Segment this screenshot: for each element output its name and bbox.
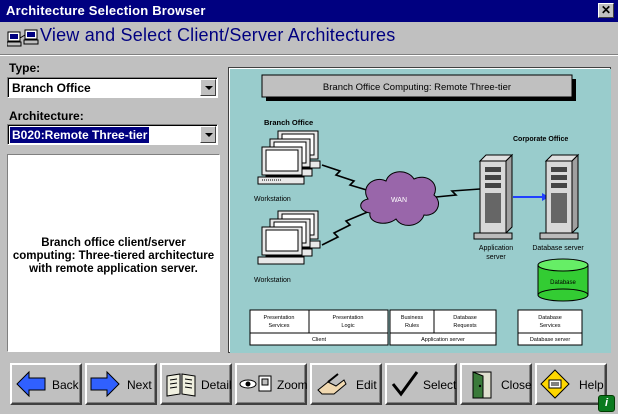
db-server-label: Database server xyxy=(532,245,584,252)
select-button[interactable]: Select xyxy=(385,363,457,405)
zoom-label: Zoom xyxy=(277,378,308,392)
zoom-button[interactable]: Zoom xyxy=(235,363,308,405)
detail-button[interactable]: Detail xyxy=(160,363,232,405)
back-button[interactable]: Back xyxy=(10,363,82,405)
window-title: Architecture Selection Browser xyxy=(6,3,206,18)
description-panel: Branch office client/server computing: T… xyxy=(7,154,220,352)
diagram-title: Branch Office Computing: Remote Three-ti… xyxy=(323,82,511,93)
type-label: Type: xyxy=(9,61,41,75)
chevron-down-icon[interactable] xyxy=(200,126,216,143)
next-arrow-icon xyxy=(90,370,120,398)
page-header: View and Select Client/Server Architectu… xyxy=(0,22,618,54)
type-value: Branch Office xyxy=(12,81,91,95)
detail-label: Detail xyxy=(201,378,232,392)
application-layer-box: Business Rules Database Requests Applica… xyxy=(389,309,497,346)
architecture-description: Branch office client/server computing: T… xyxy=(12,237,215,275)
svg-text:Business: Business xyxy=(401,315,424,321)
svg-text:Services: Services xyxy=(539,323,560,329)
help-button[interactable]: Help xyxy=(535,363,607,405)
svg-text:Database: Database xyxy=(453,315,477,321)
svg-text:Rules: Rules xyxy=(405,323,419,329)
branch-office-label: Branch Office xyxy=(264,118,313,127)
architecture-label: Architecture: xyxy=(9,109,84,123)
corporate-office-label: Corporate Office xyxy=(513,136,568,143)
architecture-dropdown[interactable]: B020:Remote Three-tier xyxy=(7,124,218,145)
diagram-title-banner: Branch Office Computing: Remote Three-ti… xyxy=(261,74,576,101)
button-bar: Back Next Detail Zoom Edit Select Close … xyxy=(0,358,618,414)
help-sign-icon xyxy=(540,369,570,399)
edit-hand-icon xyxy=(317,373,347,395)
architecture-diagram[interactable]: Branch Office Computing: Remote Three-ti… xyxy=(228,67,611,353)
svg-text:Database server: Database server xyxy=(530,337,571,343)
header-divider xyxy=(0,54,618,56)
door-exit-icon xyxy=(472,371,492,399)
workstation-label-bottom: Workstation xyxy=(254,277,291,284)
title-bar: Architecture Selection Browser ✕ xyxy=(0,0,618,22)
svg-text:Logic: Logic xyxy=(341,323,354,329)
next-label: Next xyxy=(127,378,152,392)
svg-text:Presentation: Presentation xyxy=(264,315,295,321)
back-label: Back xyxy=(52,378,79,392)
svg-text:Client: Client xyxy=(312,337,327,343)
close-window-button[interactable]: ✕ xyxy=(598,3,614,18)
application-server-icon: Application server xyxy=(473,153,513,261)
app-server-label-2: server xyxy=(486,254,506,261)
help-label: Help xyxy=(579,378,604,392)
svg-text:Application server: Application server xyxy=(421,337,465,343)
edit-button[interactable]: Edit xyxy=(310,363,382,405)
edit-label: Edit xyxy=(356,378,377,392)
svg-text:Database: Database xyxy=(538,315,562,321)
wan-label: WAN xyxy=(391,197,407,204)
client-layer-box: Presentation Services Presentation Logic… xyxy=(249,309,389,346)
type-dropdown[interactable]: Branch Office xyxy=(7,77,218,98)
close-label: Close xyxy=(501,378,532,392)
database-label: Database xyxy=(550,280,576,286)
back-arrow-icon xyxy=(16,370,46,398)
database-cylinder-icon: Database xyxy=(537,258,589,302)
app-status-icon[interactable]: i xyxy=(598,395,615,412)
app-server-label-1: Application xyxy=(479,245,513,252)
svg-text:Presentation: Presentation xyxy=(333,315,364,321)
svg-text:Requests: Requests xyxy=(453,323,476,329)
checkmark-icon xyxy=(391,371,419,397)
svg-text:Services: Services xyxy=(268,323,289,329)
page-title: View and Select Client/Server Architectu… xyxy=(40,25,396,45)
close-button[interactable]: Close xyxy=(460,363,532,405)
next-button[interactable]: Next xyxy=(85,363,157,405)
network-computers-icon xyxy=(7,29,39,47)
open-book-icon xyxy=(166,373,196,397)
architecture-value: B020:Remote Three-tier xyxy=(10,127,150,143)
workstation-label-top: Workstation xyxy=(254,196,291,203)
chevron-down-icon[interactable] xyxy=(200,79,216,96)
database-layer-box: Database Services Database server xyxy=(517,309,583,346)
zoom-eye-icon xyxy=(239,375,272,392)
select-label: Select xyxy=(423,378,457,392)
